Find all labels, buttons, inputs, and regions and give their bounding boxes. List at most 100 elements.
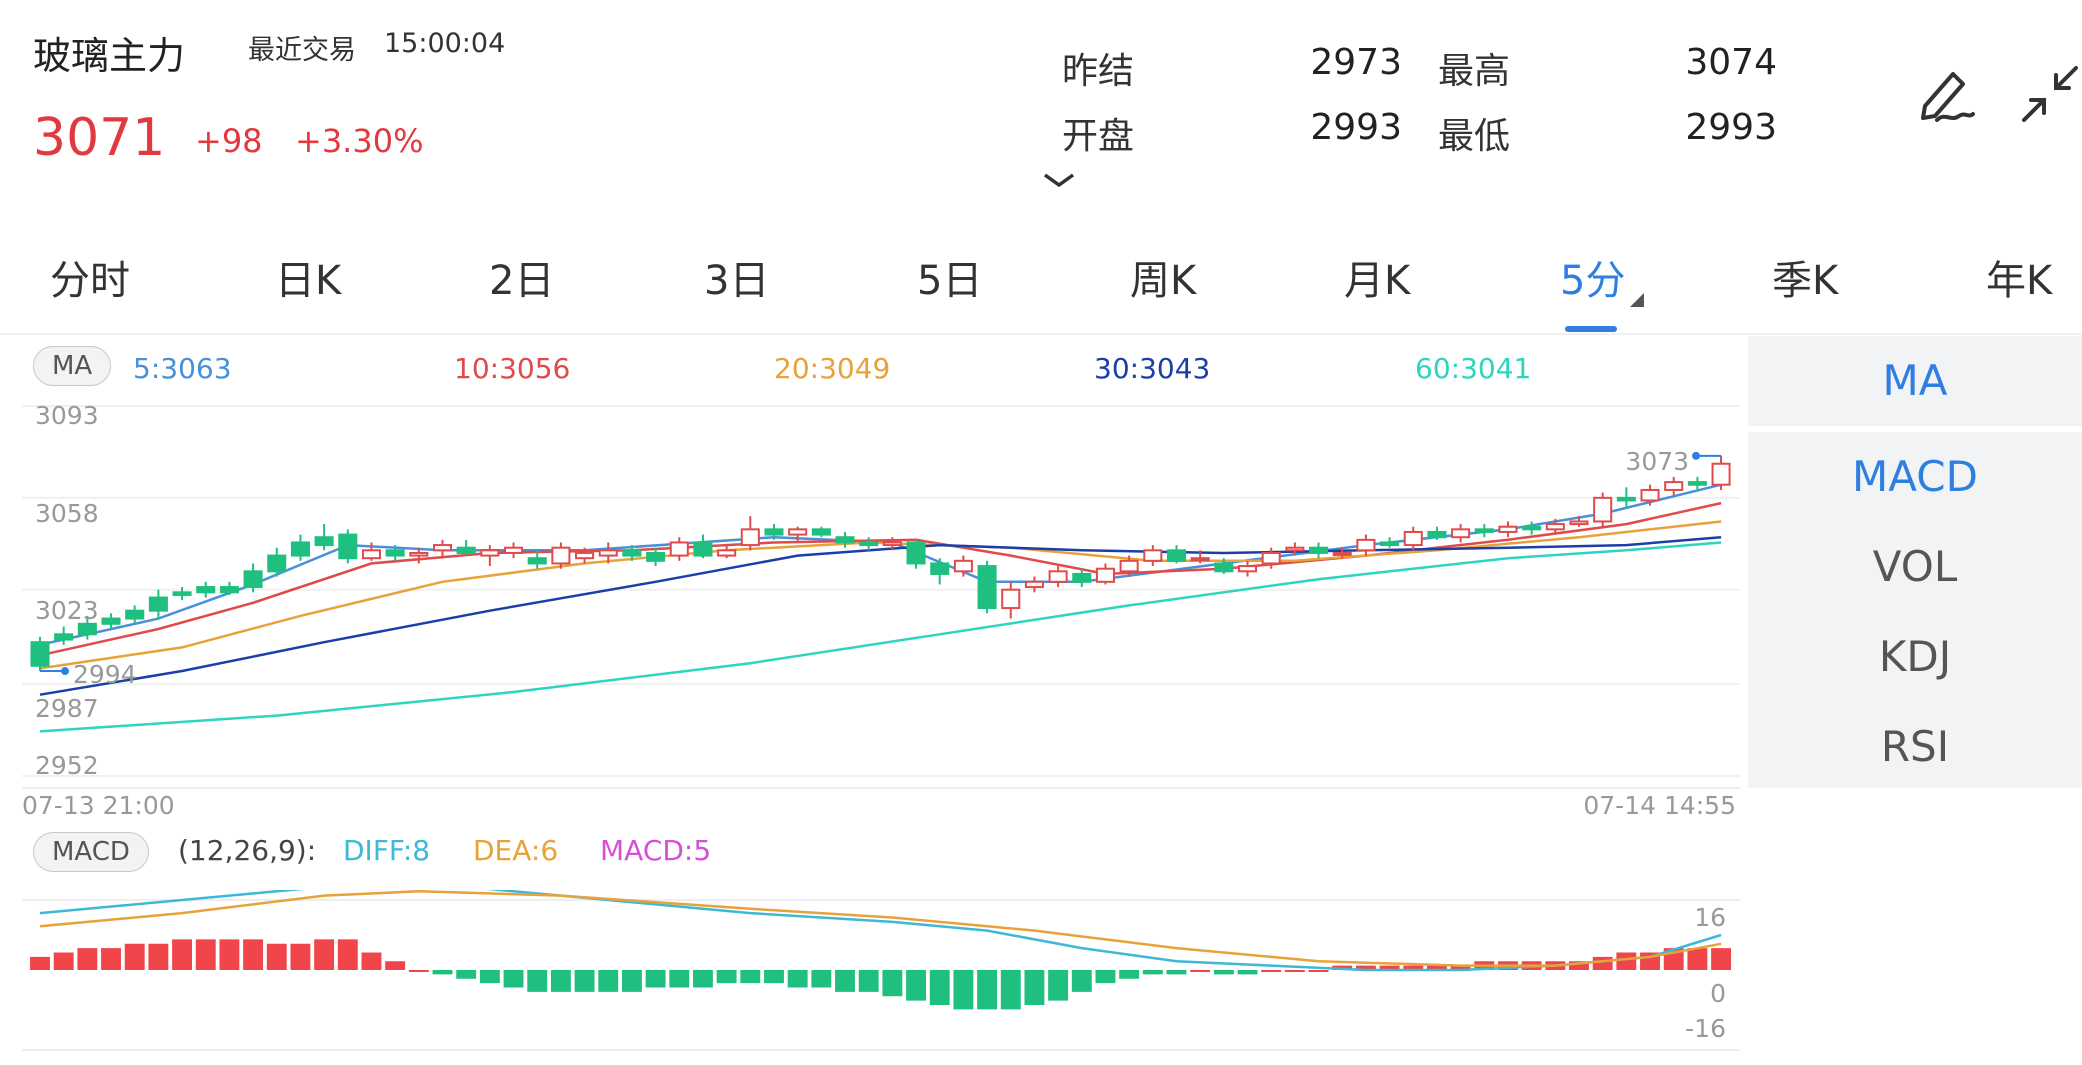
candle-body (953, 559, 973, 573)
candle-body (480, 549, 500, 557)
macd-badge[interactable]: MACD (33, 832, 149, 872)
candle (1593, 492, 1613, 527)
high-marker-label: 3073 (1625, 447, 1689, 476)
price-change: +98 (195, 122, 263, 160)
x-end-label: 07-14 14:55 (1583, 791, 1736, 820)
candle-body (788, 528, 808, 536)
candle (504, 542, 524, 559)
macd-histogram-bar (835, 970, 855, 992)
draw-pen-icon[interactable] (1915, 62, 1977, 124)
indicator-kdj[interactable]: KDJ (1748, 632, 2082, 681)
open-label: 开盘 (1062, 116, 1135, 157)
last-trade-label: 最近交易 (248, 35, 356, 66)
candle-body (243, 570, 263, 589)
period-tabs: 分时 日K 2日 3日 5日 周K 月K 5分 季K 年K (0, 248, 2082, 332)
indicator-rsi[interactable]: RSI (1748, 722, 2082, 771)
macd-histogram-bar (503, 970, 524, 988)
candle-body (1143, 549, 1163, 562)
candle (1001, 581, 1021, 619)
tab-2-day[interactable]: 2日 (489, 248, 554, 306)
tab-quarterly-k[interactable]: 季K (1772, 248, 1838, 306)
macd-histogram-bar (219, 939, 240, 970)
candlestick-chart[interactable]: 3093 3058 3023 2987 2952 3073 2994 07-13… (0, 336, 1748, 826)
candle (811, 526, 831, 538)
macd-histogram-bar (1095, 970, 1116, 984)
macd-histogram-bar (906, 970, 926, 1001)
low-value: 2993 (1685, 107, 1777, 148)
candle-body (527, 557, 547, 565)
macd-histogram-bar (290, 943, 311, 970)
active-tab-indicator (1565, 326, 1617, 332)
macd-histogram-bar (479, 970, 500, 984)
expand-chevron-icon[interactable] (1042, 170, 1076, 190)
macd-chart[interactable]: 16 0 -16 (0, 890, 1748, 1065)
candle-body (693, 541, 713, 557)
macd-histogram-bar (195, 939, 216, 970)
macd-histogram-bar (243, 939, 264, 970)
last-trade-time: 15:00:04 (384, 28, 506, 59)
macd-histogram-bar (361, 952, 382, 970)
candle-body (575, 551, 595, 560)
macd-histogram-bar (858, 970, 879, 992)
candle-body (1451, 528, 1471, 539)
candle-body (1024, 580, 1044, 589)
candle (1427, 526, 1447, 540)
low-marker-dot (61, 667, 69, 676)
candle-body (1427, 530, 1447, 539)
candle-body (385, 549, 405, 557)
low-label: 最低 (1438, 116, 1511, 157)
candle (1095, 563, 1115, 585)
candle-body (906, 541, 926, 565)
candle-body (740, 528, 760, 547)
candle-body (930, 562, 950, 575)
tab-5-min[interactable]: 5分 (1560, 248, 1625, 306)
candle (1711, 455, 1731, 490)
tab-divider (0, 333, 2082, 335)
candle-body (148, 596, 168, 612)
macd-histogram-bar (716, 970, 737, 984)
macd-histogram-bar (337, 939, 358, 970)
macd-dea-value: DEA:6 (473, 834, 559, 867)
candle-body (1498, 525, 1518, 533)
indicator-vol[interactable]: VOL (1748, 542, 2082, 591)
candle-body (1640, 488, 1660, 502)
y-tick-label: 2987 (35, 694, 99, 723)
candle-body (1166, 549, 1187, 562)
candle-body (314, 536, 334, 547)
macd-histogram-bar (882, 970, 903, 997)
tab-3-day[interactable]: 3日 (704, 248, 769, 306)
candle (717, 545, 737, 559)
tab-fenshi[interactable]: 分时 (50, 248, 130, 306)
indicator-macd[interactable]: MACD (1748, 452, 2082, 501)
candle-body (1711, 462, 1731, 486)
candle (219, 581, 239, 595)
high-label: 最高 (1438, 51, 1511, 92)
tab-yearly-k[interactable]: 年K (1986, 248, 2052, 306)
candle-body (338, 533, 358, 560)
candle (125, 605, 145, 624)
candle-body (859, 541, 879, 547)
tab-daily-k[interactable]: 日K (275, 248, 341, 306)
tab-weekly-k[interactable]: 周K (1130, 248, 1196, 306)
candle (740, 516, 760, 551)
y-tick-label: 3093 (35, 401, 99, 430)
macd-histogram-bar (1142, 970, 1163, 975)
tab-monthly-k[interactable]: 月K (1344, 248, 1410, 306)
prev-settle-value: 2973 (1310, 42, 1402, 83)
macd-histogram-bar (764, 970, 784, 984)
ma60-line (39, 541, 1722, 733)
candle (1498, 521, 1518, 538)
indicator-ma[interactable]: MA (1748, 356, 2082, 405)
candle (290, 534, 310, 561)
candle-body (1048, 570, 1068, 583)
macd-histogram-bar (1687, 948, 1708, 970)
period-dropdown-icon[interactable] (1630, 293, 1644, 307)
macd-histogram-bar (432, 970, 453, 975)
collapse-fullscreen-icon[interactable] (2018, 62, 2082, 126)
candle-body (1072, 572, 1092, 583)
macd-histogram-bar (574, 970, 595, 992)
tab-5-day[interactable]: 5日 (917, 248, 982, 306)
candle (930, 558, 950, 585)
macd-histogram-bar (1711, 948, 1732, 970)
macd-histogram-bar (1119, 970, 1140, 979)
